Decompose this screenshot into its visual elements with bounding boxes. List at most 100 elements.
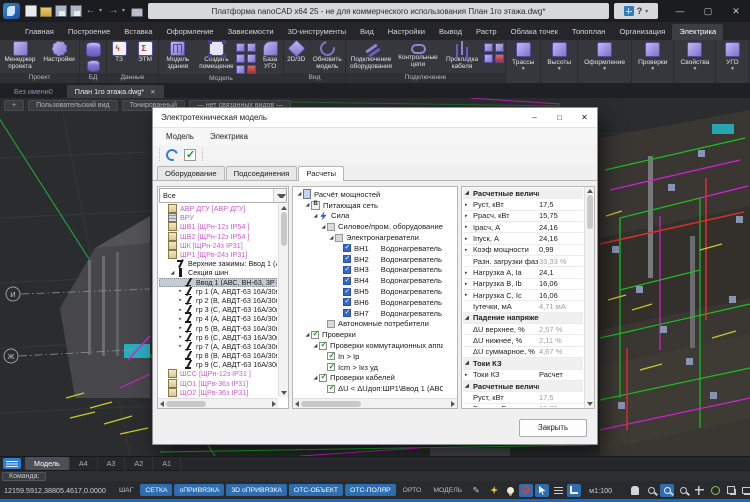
calc-tree-item[interactable]: In > Ip [294, 351, 455, 362]
tree-expander-icon[interactable]: ◢ [312, 213, 319, 219]
row-expander-icon[interactable]: ▸ [465, 202, 473, 208]
view-control-button[interactable]: + [4, 100, 24, 111]
calc-item-icon[interactable] [327, 363, 335, 371]
model-mini-icon-1[interactable] [236, 43, 245, 52]
calc-item-icon[interactable] [327, 320, 335, 328]
model-mini-icon-5[interactable] [236, 65, 245, 74]
scrollbar-thumb[interactable] [166, 401, 206, 407]
device-tree-item[interactable]: ▸ гр 7 (А, АВДТ-63 16А/30мА) [159, 342, 277, 351]
ribbon-tab[interactable]: Зависимости [221, 24, 281, 40]
layout-tab[interactable]: A3 [98, 457, 126, 470]
move-view-icon[interactable] [692, 484, 706, 497]
device-tree-item[interactable]: ◢ Секция шин [159, 268, 277, 277]
tree-expander-icon[interactable]: ◢ [328, 235, 335, 241]
connection-mini-icon-3[interactable] [484, 54, 493, 63]
calc-tree-item[interactable]: ◢ Проверки коммутационных аппаратов [294, 340, 455, 351]
ribbon-tab[interactable]: Топоплан [565, 24, 613, 40]
calc-item-icon[interactable] [343, 244, 351, 252]
command-log-icon[interactable] [551, 484, 565, 497]
project-manager-button[interactable]: Менеджер проекта [1, 41, 39, 71]
ribbon-tab[interactable]: 3D-инструменты [281, 24, 353, 40]
calc-item-icon[interactable] [319, 342, 327, 350]
status-toggle[interactable]: ОТС-ПОЛЯР [345, 484, 396, 496]
scroll-right-icon[interactable] [272, 401, 276, 407]
ribbon-dropdown-button[interactable]: Проверки ▼ [632, 40, 673, 72]
connection-mini-icon-4[interactable] [495, 54, 504, 63]
tree-expander-icon[interactable]: ▸ [177, 316, 184, 322]
cable-routing-button[interactable]: Прокладка кабеля [441, 41, 483, 71]
scroll-up-icon[interactable] [281, 206, 287, 210]
new-file-icon[interactable] [25, 5, 37, 17]
ribbon-dropdown-button[interactable]: Высоты ▼ [541, 40, 577, 72]
property-row[interactable]: ΔU нижнее, % 2,11 % [463, 335, 583, 346]
undo-caret-icon[interactable]: ▾ [99, 5, 105, 17]
results-vscrollbar[interactable] [584, 187, 594, 408]
command-input[interactable] [46, 472, 750, 481]
database-icon[interactable] [86, 42, 101, 57]
calc-tree-item[interactable]: ВН3 Водонагреватель [294, 265, 455, 276]
dialog-tab[interactable]: Подсоединения [226, 166, 298, 180]
layout-tab[interactable]: A1 [153, 457, 181, 470]
annotation-monitor-icon[interactable]: ✎ [469, 484, 483, 497]
property-row[interactable]: Iутечки, мА 4,71 мА [463, 301, 583, 312]
layouts-icon[interactable] [724, 484, 738, 497]
zoom-extents-icon[interactable] [676, 484, 690, 497]
scroll-left-icon[interactable] [160, 401, 164, 407]
snap-marker-icon[interactable] [487, 484, 501, 497]
device-tree-item[interactable]: ВРУ [159, 213, 277, 222]
calc-item-icon[interactable] [327, 385, 335, 393]
ribbon-tab[interactable]: Главная [18, 24, 61, 40]
clean-screen-icon[interactable] [740, 484, 750, 497]
ribbon-tab[interactable]: Вывод [432, 24, 469, 40]
tree-expander-icon[interactable]: ▸ [177, 334, 184, 340]
calc-item-icon[interactable] [343, 255, 351, 263]
row-expander-icon[interactable]: ▸ [465, 270, 473, 276]
device-tree-item[interactable]: ЩО1 [ЩРв-36з IP31] [159, 379, 277, 388]
device-tree-item[interactable]: ШР1 [ЩРв-24з IP31] [159, 250, 277, 259]
tree-expander-icon[interactable]: ◢ [312, 343, 319, 349]
calc-item-icon[interactable] [303, 189, 311, 199]
property-row[interactable]: ▸ Нагрузка A, Ia 24,1 [463, 267, 583, 278]
status-toggle[interactable]: ШАГ [114, 484, 138, 496]
row-expander-icon[interactable]: ▸ [465, 236, 473, 242]
status-toggle[interactable]: МОДЕЛЬ [428, 484, 467, 496]
calc-tree-item[interactable]: ВН4 Водонагреватель [294, 275, 455, 286]
ribbon-tab[interactable]: Вид [353, 24, 381, 40]
tz-button[interactable]: ТЗ [107, 41, 131, 64]
scroll-down-icon[interactable] [281, 391, 287, 395]
view-control-button[interactable]: Пользовательский вид [28, 100, 117, 111]
ribbon-tab[interactable]: Настройки [381, 24, 432, 40]
dialog-menu-item[interactable]: Электрика [203, 130, 255, 143]
help-button[interactable]: ? [637, 6, 643, 16]
device-tree-item[interactable]: ЩО2 [ЩРв-36з IP31] [159, 388, 277, 397]
ribbon-dropdown-button[interactable]: Свойства ▼ [674, 40, 715, 72]
ribbon-tab[interactable]: Электрика [672, 24, 723, 40]
tree-expander-icon[interactable]: ▸ [177, 325, 184, 331]
device-tree-item[interactable]: ▸ гр 1 (А, АВДТ-63 16А/30мА) [159, 287, 277, 296]
dialog-tab[interactable]: Оборудование [157, 166, 225, 180]
calc-tree-hscrollbar[interactable] [293, 398, 457, 408]
dialog-maximize-button[interactable]: □ [547, 108, 572, 128]
save-as-icon[interactable] [70, 5, 82, 17]
scroll-left-icon[interactable] [295, 401, 299, 407]
calc-item-icon[interactable] [327, 223, 335, 231]
scroll-right-icon[interactable] [451, 401, 455, 407]
close-button[interactable]: ✕ [722, 0, 750, 22]
calc-item-icon[interactable] [319, 374, 327, 382]
row-expander-icon[interactable]: ▸ [465, 224, 473, 230]
calc-item-icon[interactable] [343, 309, 351, 317]
status-toggle[interactable]: оПРИВЯЗКА [174, 484, 224, 496]
tree-expander-icon[interactable]: ◢ [312, 375, 319, 381]
2d3d-button[interactable]: 2D/3D [284, 41, 308, 64]
zoom-realtime-icon[interactable] [644, 484, 658, 497]
annotation-scale[interactable]: м1:100 [589, 486, 612, 495]
calc-tree-item[interactable]: ВН2 Водонагреватель [294, 254, 455, 265]
ribbon-dropdown-button[interactable]: УГО ▼ [716, 40, 748, 72]
calc-tree-item[interactable]: ◢ Питающая сеть [294, 200, 455, 211]
ribbon-tab[interactable]: Оформление [159, 24, 220, 40]
ribbon-tab[interactable]: Растр [469, 24, 504, 40]
calc-tree-item[interactable]: ◢ Электронагреватели [294, 232, 455, 243]
create-room-button[interactable]: Создать помещение [198, 41, 236, 71]
tree-expander-icon[interactable]: ◢ [169, 270, 176, 276]
ribbon-tab[interactable]: Построение [61, 24, 117, 40]
